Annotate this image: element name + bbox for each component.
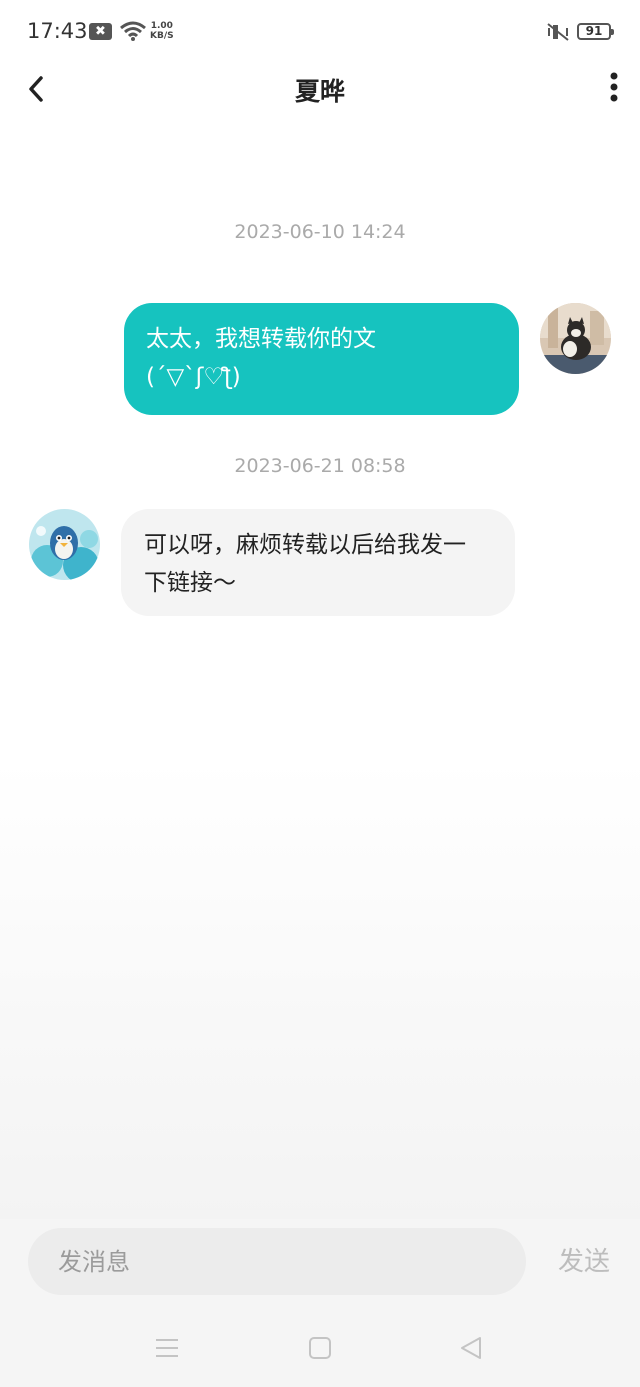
- system-nav-bar: [0, 1309, 640, 1387]
- penguin-avatar-image: [29, 509, 100, 580]
- nav-bar: 夏晔: [0, 64, 640, 114]
- contact-avatar[interactable]: [29, 509, 100, 580]
- send-button[interactable]: 发送: [546, 1241, 622, 1278]
- message-input[interactable]: [28, 1228, 526, 1295]
- net-speed-value: 1.00: [150, 21, 173, 31]
- notification-icon: ✖: [89, 23, 112, 40]
- received-message-bubble[interactable]: 可以呀，麻烦转载以后给我发一 下链接～: [121, 509, 515, 616]
- menu-icon[interactable]: [152, 1333, 182, 1363]
- net-speed: 1.00 KB/S: [150, 21, 174, 41]
- status-time: 17:43: [27, 19, 88, 43]
- message-text-line: 下链接～: [144, 570, 236, 596]
- home-icon[interactable]: [305, 1333, 335, 1363]
- message-timestamp: 2023-06-21 08:58: [234, 455, 406, 477]
- battery-icon: 91: [577, 23, 614, 40]
- message-text-line: (´▽`ʃ♡ƪ): [146, 364, 241, 390]
- vibrate-mute-icon: [547, 23, 569, 41]
- page-title: 夏晔: [294, 77, 345, 106]
- message-text-line: 太太，我想转载你的文: [146, 326, 376, 352]
- message-text-line: 可以呀，麻烦转载以后给我发一: [144, 532, 466, 558]
- wifi-icon: [120, 21, 146, 41]
- message-composer: 发送: [0, 1219, 640, 1309]
- net-speed-unit: KB/S: [150, 31, 174, 41]
- cat-avatar-image: [540, 303, 611, 374]
- message-timestamp: 2023-06-10 14:24: [234, 221, 406, 243]
- back-nav-icon[interactable]: [456, 1333, 486, 1363]
- sent-message-bubble[interactable]: 太太，我想转载你的文 (´▽`ʃ♡ƪ): [124, 303, 519, 415]
- status-bar: 17:43 ✖ 1.00 KB/S 91: [0, 0, 640, 64]
- my-avatar[interactable]: [540, 303, 611, 374]
- more-options-icon[interactable]: [600, 70, 628, 108]
